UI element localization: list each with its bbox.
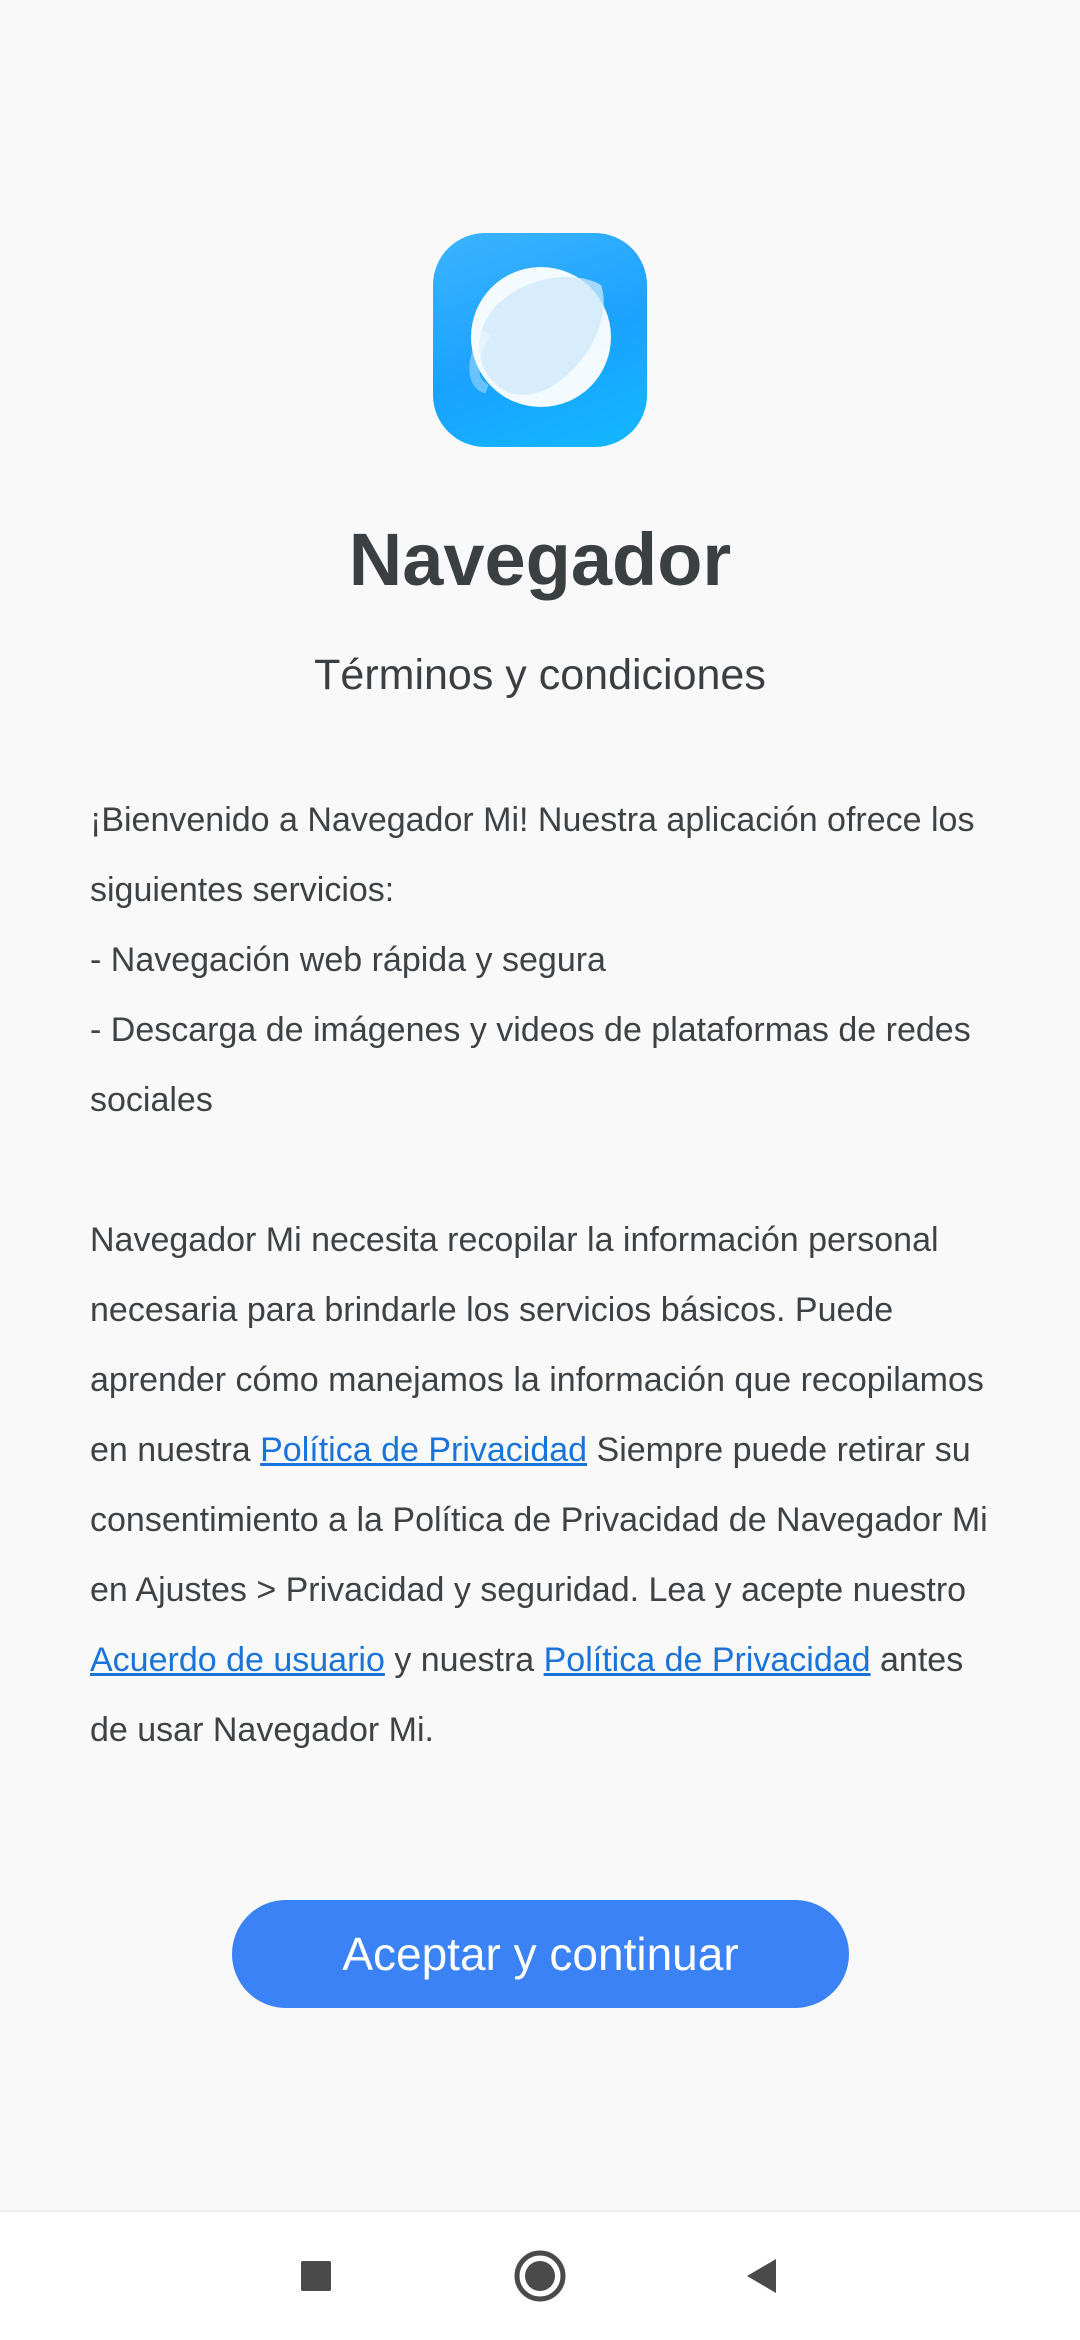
welcome-text: ¡Bienvenido a Navegador Mi! Nuestra apli…	[90, 801, 975, 909]
service-item: - Descarga de imágenes y videos de plata…	[90, 1011, 971, 1119]
square-icon	[301, 2261, 331, 2291]
consent-text: y nuestra	[384, 1641, 544, 1679]
app-title: Navegador	[348, 518, 732, 601]
terms-screen: Navegador Términos y condiciones ¡Bienve…	[0, 0, 1080, 2340]
consent-paragraph: Navegador Mi necesita recopilar la infor…	[90, 1205, 1002, 1765]
accept-continue-button[interactable]: Aceptar y continuar	[232, 1900, 849, 2008]
user-agreement-link[interactable]: Acuerdo de usuario	[90, 1641, 385, 1679]
privacy-policy-link[interactable]: Política de Privacidad	[260, 1431, 587, 1469]
home-button[interactable]	[480, 2212, 600, 2340]
system-nav-bar	[0, 2212, 1080, 2340]
back-button[interactable]	[702, 2212, 822, 2340]
browser-app-icon	[433, 233, 647, 447]
service-item: - Navegación web rápida y segura	[90, 941, 606, 979]
terms-text: ¡Bienvenido a Navegador Mi! Nuestra apli…	[90, 785, 1002, 1765]
planet-icon	[469, 267, 611, 407]
privacy-policy-link[interactable]: Política de Privacidad	[544, 1641, 871, 1679]
triangle-back-icon	[747, 2259, 776, 2293]
page-subtitle: Términos y condiciones	[314, 651, 766, 699]
recents-button[interactable]	[256, 2212, 376, 2340]
circle-icon	[514, 2250, 566, 2302]
